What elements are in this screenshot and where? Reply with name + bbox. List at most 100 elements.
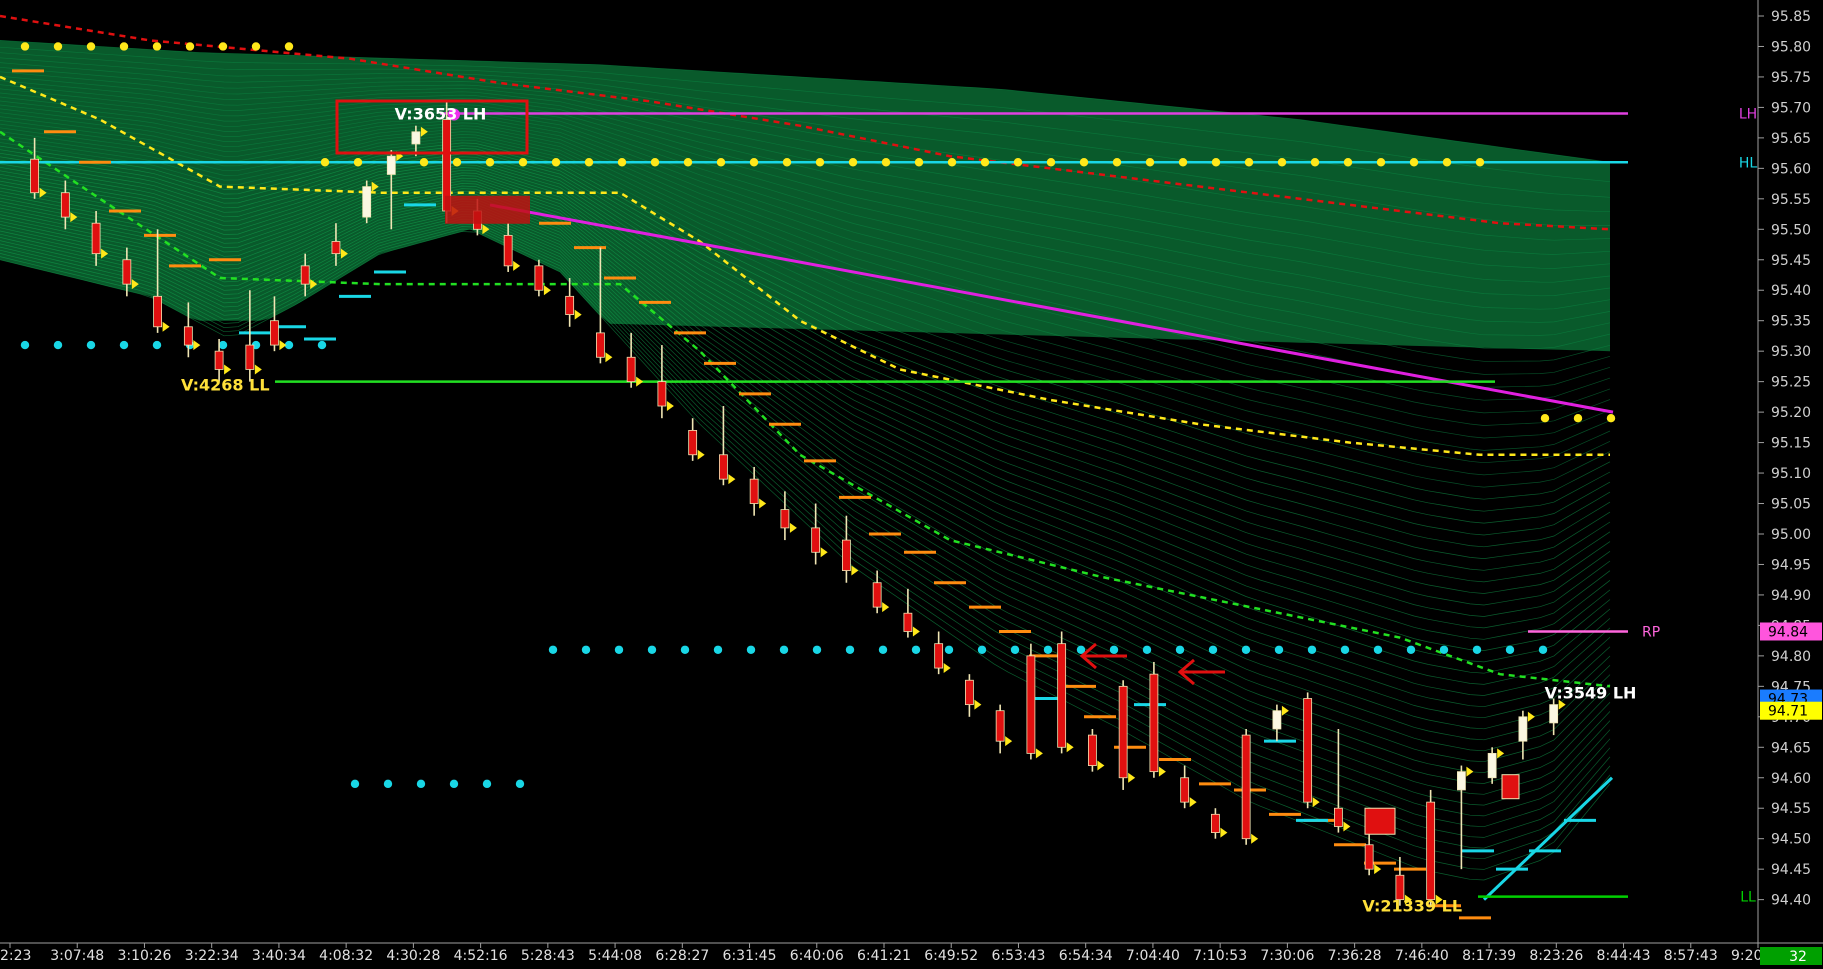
candle-arrow <box>1097 760 1105 771</box>
candle <box>1241 728 1259 845</box>
level-label-rp: RP <box>1642 624 1660 640</box>
cyan-dot <box>317 340 327 350</box>
x-tick-label: 7:30:06 <box>1260 948 1314 964</box>
candle-body <box>995 710 1005 742</box>
candle-body <box>1180 777 1190 803</box>
x-tick-label: 8:23:26 <box>1529 948 1583 964</box>
y-tick-label: 95.25 <box>1771 375 1811 391</box>
candle-body <box>903 612 913 632</box>
candle <box>1211 808 1228 839</box>
candle-body <box>534 265 544 291</box>
cyan-dot <box>1274 645 1284 654</box>
yellow-dot <box>152 42 162 51</box>
candle-body <box>934 643 944 669</box>
cyan-dot <box>1472 645 1482 654</box>
candle-arrow <box>162 321 170 332</box>
yellow-dot <box>881 158 891 167</box>
candle-body <box>1487 752 1497 779</box>
yellow-dot <box>1178 158 1188 167</box>
candle-arrow <box>254 364 262 375</box>
candle-body <box>688 429 698 456</box>
yellow-dot <box>218 42 228 51</box>
candle-arrow <box>697 449 705 460</box>
candle-arrow <box>193 340 201 351</box>
yellow-dot <box>284 42 294 51</box>
candle-arrow <box>728 474 736 485</box>
x-tick-label: 6:54:34 <box>1059 948 1113 964</box>
yellow-dot <box>1540 414 1550 423</box>
candle-body <box>1088 734 1097 766</box>
cyan-dot <box>1406 645 1416 654</box>
candle-arrow <box>943 663 951 674</box>
y-tick-label: 95.20 <box>1771 405 1811 421</box>
cyan-dot <box>1109 645 1119 654</box>
yellow-dot <box>584 158 594 167</box>
yellow-dot <box>1046 158 1056 167</box>
yellow-dot <box>1376 158 1386 167</box>
yellow-dot <box>617 158 627 167</box>
yellow-dot <box>1244 158 1254 167</box>
cyan-dot <box>944 645 954 654</box>
candle-body <box>214 350 224 370</box>
yellow-dot <box>1013 158 1023 167</box>
y-tick-label: 94.50 <box>1771 832 1811 848</box>
candle <box>1088 728 1105 772</box>
cyan-dot <box>1505 645 1515 654</box>
yellow-dot <box>1343 158 1353 167</box>
x-tick-label: 2:23 <box>0 948 31 964</box>
y-tick-label: 94.60 <box>1771 771 1811 787</box>
y-tick-label: 95.15 <box>1771 436 1811 452</box>
candle <box>1426 789 1443 906</box>
x-tick-label: 3:22:34 <box>185 948 239 964</box>
yellow-dot <box>251 42 261 51</box>
yellow-dot <box>1409 158 1419 167</box>
candle-body <box>749 478 759 504</box>
cyan-dot <box>614 645 624 654</box>
cyan-dot <box>86 340 96 350</box>
candle-arrow <box>1251 833 1259 844</box>
yellow-dot <box>1442 158 1452 167</box>
cyan-dot <box>1241 645 1251 654</box>
candle-body <box>270 320 279 346</box>
candle-arrow <box>513 260 521 271</box>
x-tick-label: 5:44:08 <box>588 948 642 964</box>
candle <box>1364 832 1382 876</box>
y-tick-label: 94.55 <box>1771 801 1811 817</box>
cyan-dot <box>20 340 30 350</box>
y-tick-label: 95.45 <box>1771 253 1811 269</box>
candle-body <box>30 158 40 194</box>
candle-arrow <box>882 602 890 613</box>
yellow-dot <box>749 158 759 167</box>
candle-body <box>1549 704 1559 724</box>
price-chart[interactable]: LH HL RP LL V:4268 LL V:3653 LH V:3549 LH V:213… <box>0 0 1823 965</box>
candle-arrow <box>543 285 551 296</box>
yellow-dot <box>485 158 495 167</box>
candle-body <box>1026 655 1036 754</box>
yellow-dot <box>980 158 990 167</box>
y-tick-label: 95.50 <box>1771 222 1811 238</box>
cyan-dot <box>581 645 591 654</box>
cyan-dot <box>1175 645 1185 654</box>
yellow-dot <box>452 158 462 167</box>
yellow-dot <box>86 42 96 51</box>
level-label-ll: LL <box>1740 890 1756 906</box>
y-tick-label: 94.80 <box>1771 649 1811 665</box>
x-tick-label: 3:07:48 <box>50 948 104 964</box>
cyan-dot <box>911 645 921 654</box>
cyan-dot <box>1439 645 1449 654</box>
candle-arrow <box>912 626 920 637</box>
yellow-dot <box>518 158 528 167</box>
x-tick-label: 8:44:43 <box>1597 948 1651 964</box>
corner-value: 32 <box>1789 949 1807 965</box>
candle-body <box>1211 813 1220 833</box>
x-tick-label: 7:04:40 <box>1126 948 1180 964</box>
candle-arrow <box>666 401 674 412</box>
candle <box>995 704 1013 754</box>
yellow-dot <box>1573 414 1583 423</box>
y-tick-label: 94.65 <box>1771 740 1811 756</box>
candle-arrow <box>279 340 287 351</box>
y-tick-label: 95.10 <box>1771 466 1811 482</box>
cyan-dot <box>350 779 360 789</box>
candle-arrow <box>1527 711 1535 722</box>
cyan-dot <box>1142 645 1152 654</box>
